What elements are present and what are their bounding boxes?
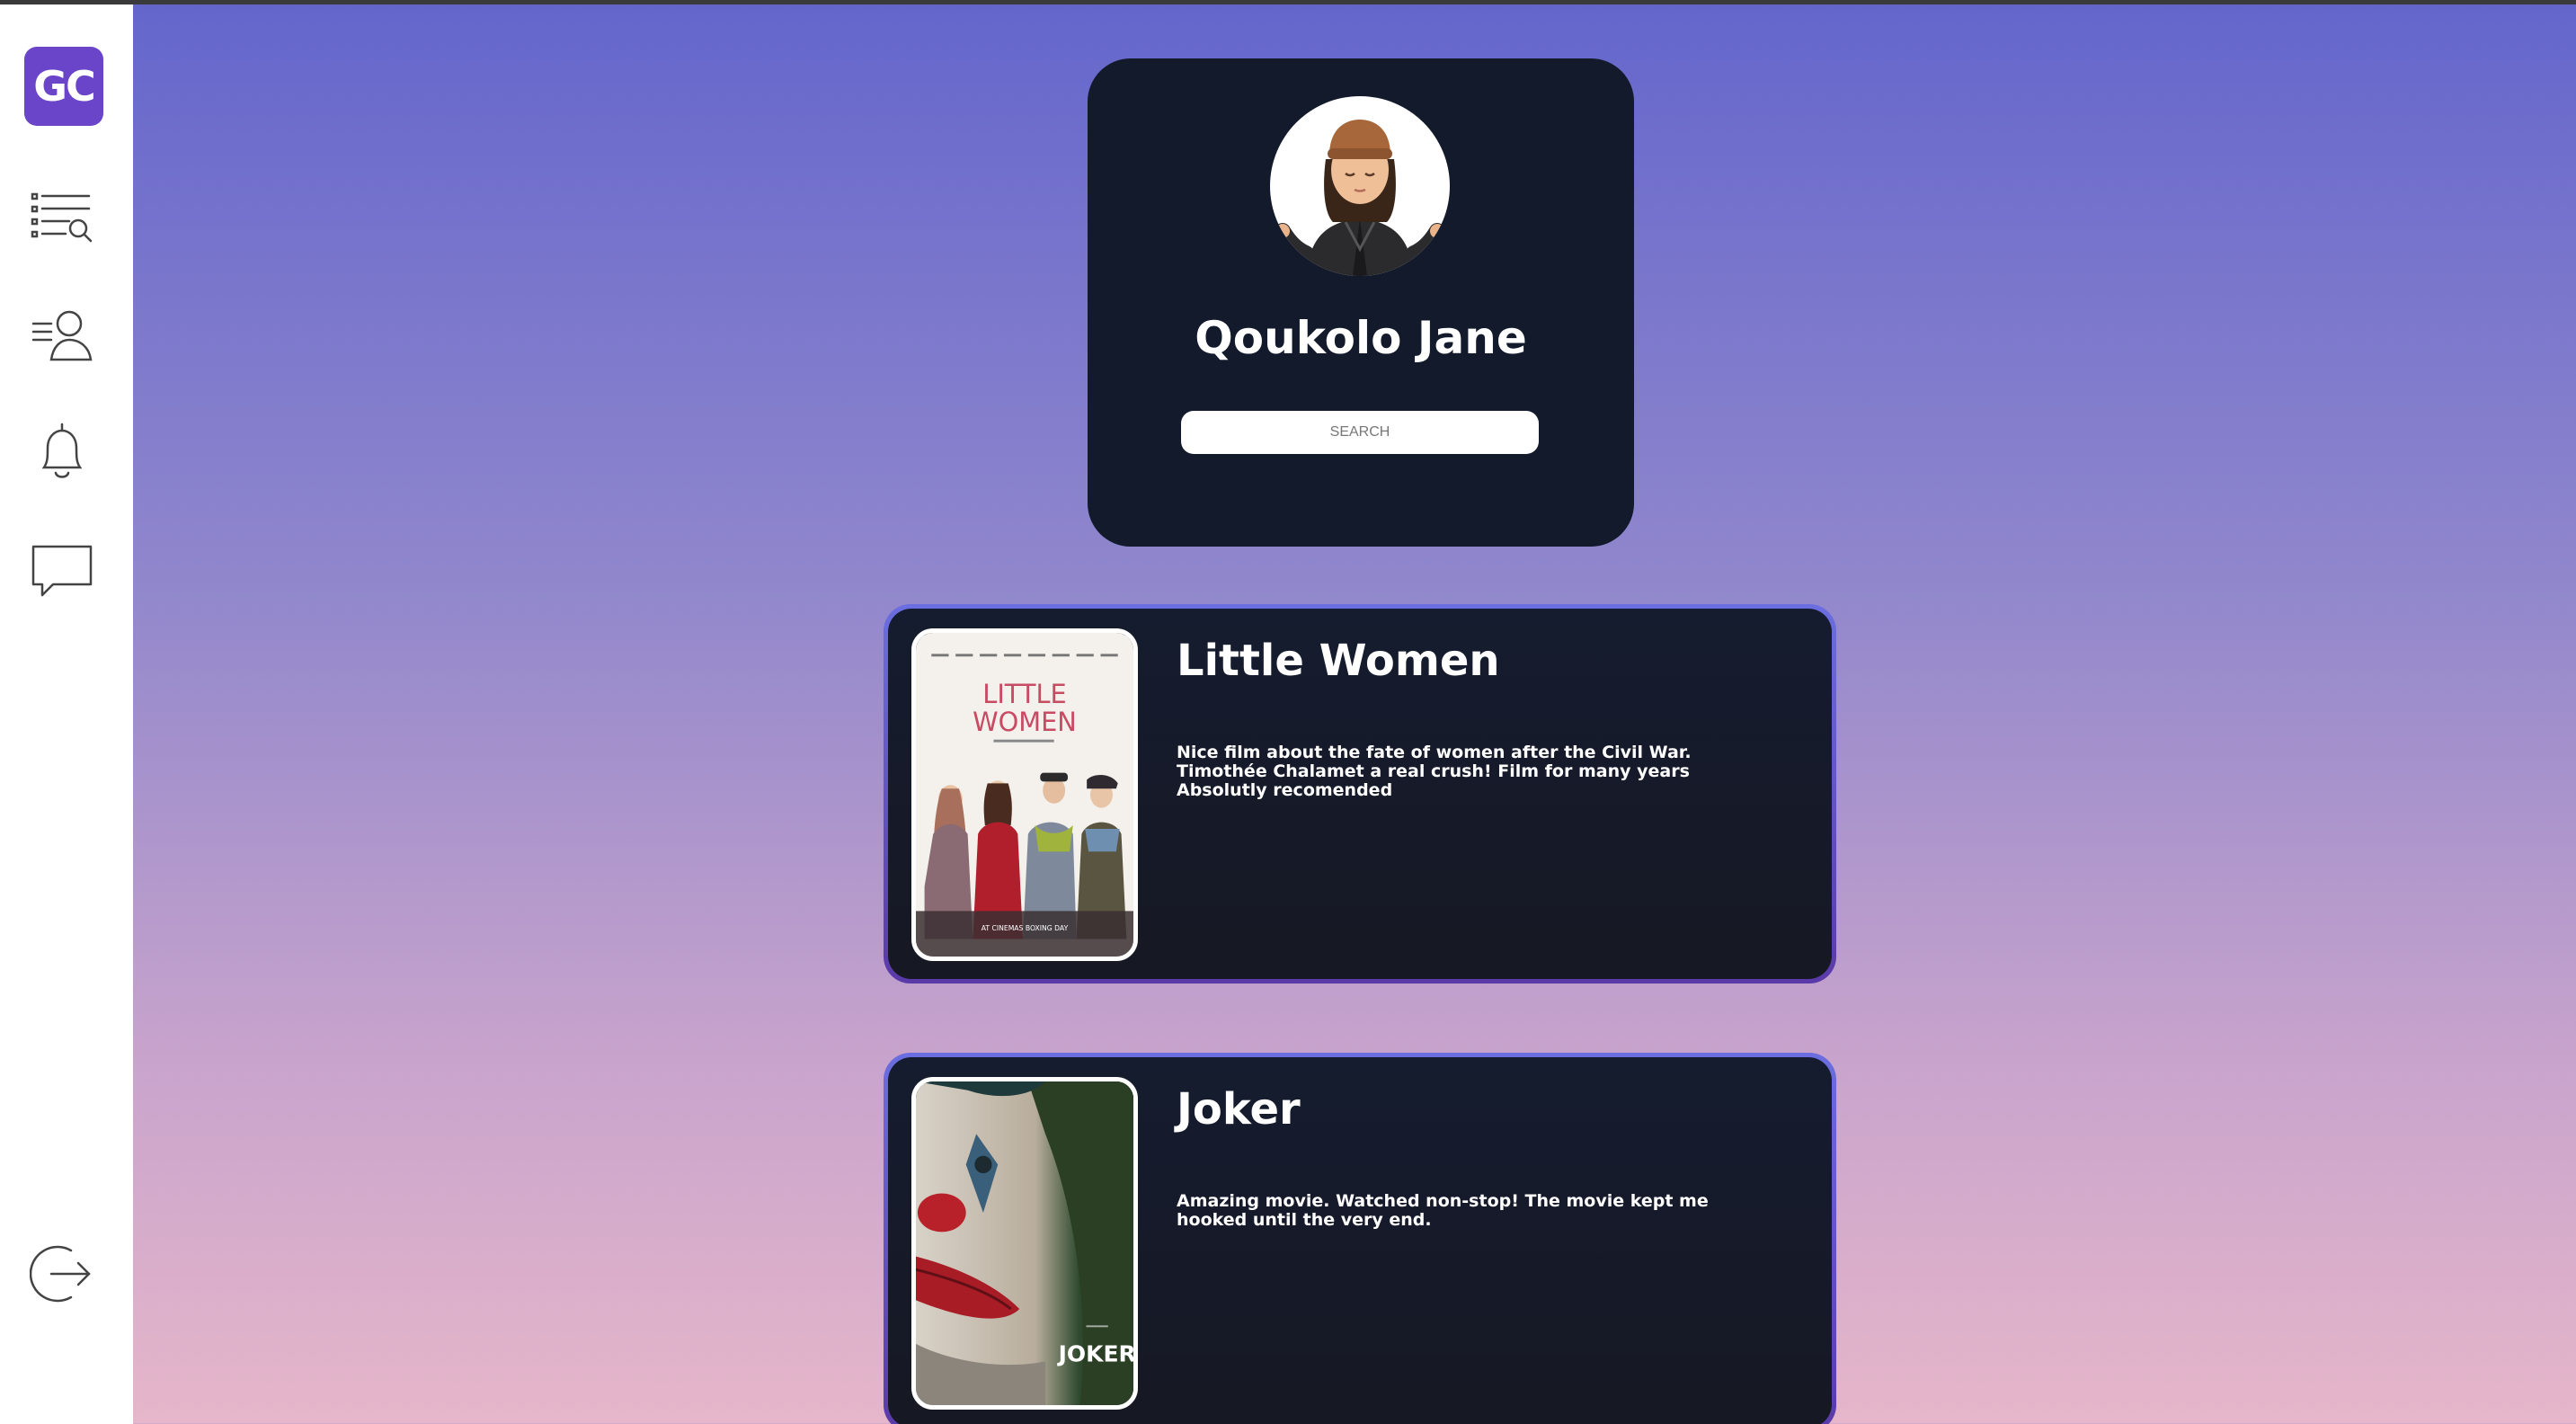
profile-name: Qoukolo Jane	[1195, 312, 1527, 364]
logout-icon[interactable]	[27, 1239, 97, 1309]
movie-card-little-women[interactable]: LITTLE WOMEN AT CINEMAS BOXING DAY Littl…	[884, 604, 1836, 983]
svg-text:═══════: ═══════	[1086, 1324, 1109, 1330]
movie-card-body: LITTLE WOMEN AT CINEMAS BOXING DAY Littl…	[888, 609, 1832, 979]
app-logo-text: GC	[33, 62, 96, 111]
movie-review: Nice film about the fate of women after …	[1177, 743, 1692, 800]
movie-poster-little-women[interactable]: LITTLE WOMEN AT CINEMAS BOXING DAY	[911, 628, 1138, 961]
poster-title: JOKER	[1057, 1340, 1133, 1366]
poster-title-line1: LITTLE	[982, 679, 1066, 709]
bell-icon[interactable]	[27, 418, 97, 488]
profile-card: Qoukolo Jane	[1088, 58, 1634, 547]
movie-title: Little Women	[1177, 636, 1500, 686]
movie-title: Joker	[1177, 1084, 1301, 1135]
movie-poster-joker[interactable]: ═══════ JOKER	[911, 1077, 1138, 1410]
poster-title-line2: WOMEN	[973, 707, 1077, 737]
app-logo[interactable]: GC	[24, 47, 103, 126]
sidebar: GC	[0, 4, 133, 1424]
poster-tagline: AT CINEMAS BOXING DAY	[982, 924, 1069, 932]
movie-card-joker[interactable]: ═══════ JOKER Joker Amazing movie. Watch…	[884, 1053, 1836, 1424]
window-top-border	[0, 0, 2576, 4]
movie-review: Amazing movie. Watched non-stop! The mov…	[1177, 1191, 1709, 1230]
profile-list-icon[interactable]	[27, 299, 97, 369]
chat-icon[interactable]	[27, 537, 97, 607]
search-input[interactable]	[1181, 411, 1539, 454]
movie-card-body: ═══════ JOKER Joker Amazing movie. Watch…	[888, 1057, 1832, 1424]
list-search-icon[interactable]	[27, 182, 97, 253]
avatar[interactable]	[1270, 96, 1450, 276]
